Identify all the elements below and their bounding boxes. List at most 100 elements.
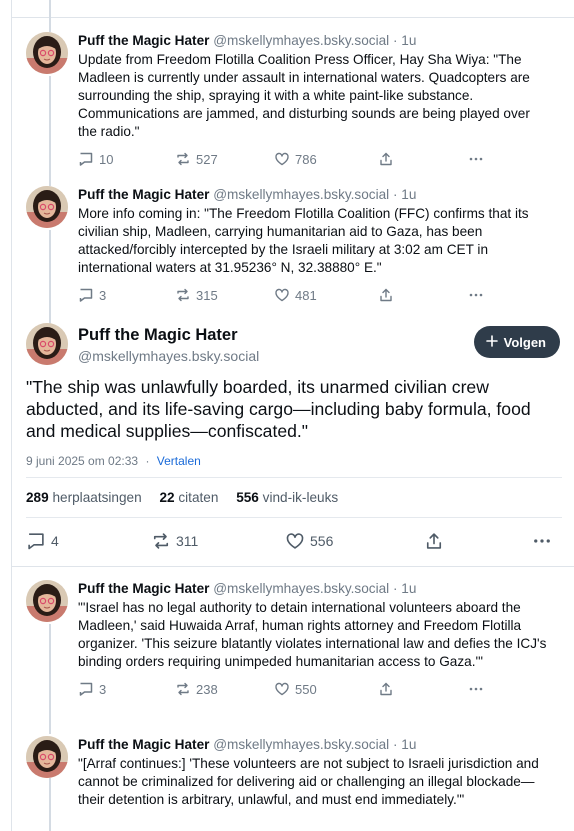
post-text: "[Arraf continues:] 'These volunteers ar… xyxy=(78,756,539,807)
author-name[interactable]: Puff the Magic Hater xyxy=(78,737,209,752)
thread-line xyxy=(49,0,51,32)
likes-stat[interactable]: 556 vind-ik-leuks xyxy=(236,490,338,505)
speech-bubble-icon xyxy=(78,287,94,303)
ellipsis-icon xyxy=(468,681,484,697)
post-text: "The ship was unlawfully boarded, its un… xyxy=(26,377,531,441)
author-name[interactable]: Puff the Magic Hater xyxy=(78,326,238,345)
share-button[interactable] xyxy=(378,149,394,169)
heart-icon xyxy=(274,287,290,303)
repost-arrows-icon xyxy=(175,681,191,697)
post-text: Update from Freedom Flotilla Coalition P… xyxy=(78,52,530,139)
focused-post-actions: 4 311 556 xyxy=(26,530,558,552)
like-button[interactable]: 481 xyxy=(274,285,317,305)
like-button[interactable]: 556 xyxy=(285,530,333,552)
post-time[interactable]: · 1u xyxy=(393,737,416,752)
more-options-button[interactable] xyxy=(468,679,484,699)
more-options-button[interactable] xyxy=(468,149,484,169)
date-separator: · xyxy=(145,454,150,468)
post-text: "'Israel has no legal authority to detai… xyxy=(78,600,547,669)
repost-count: 315 xyxy=(196,287,218,303)
share-upload-icon xyxy=(378,287,394,303)
like-count: 481 xyxy=(295,287,317,303)
reply-button[interactable]: 4 xyxy=(26,530,59,552)
engagement-stats: 289 herplaatsingen 22 citaten 556 vind-i… xyxy=(26,490,338,505)
stats-divider xyxy=(26,477,562,478)
repost-button[interactable]: 315 xyxy=(175,285,218,305)
repost-arrows-icon xyxy=(151,531,171,551)
post-time[interactable]: · 1u xyxy=(393,33,416,48)
author-handle[interactable]: @mskellymhayes.bsky.social xyxy=(213,737,389,752)
section-divider xyxy=(11,566,574,567)
speech-bubble-icon xyxy=(26,531,46,551)
speech-bubble-icon xyxy=(78,151,94,167)
avatar[interactable] xyxy=(26,186,68,228)
author-handle[interactable]: @mskellymhayes.bsky.social xyxy=(213,581,389,596)
author-handle[interactable]: @mskellymhayes.bsky.social xyxy=(213,33,389,48)
follow-button[interactable]: Volgen xyxy=(473,326,560,358)
heart-icon xyxy=(285,531,305,551)
post-actions: 3 238 550 xyxy=(78,679,550,699)
author-name[interactable]: Puff the Magic Hater xyxy=(78,33,209,48)
thread-line xyxy=(49,778,51,831)
avatar[interactable] xyxy=(26,32,68,74)
more-options-button[interactable] xyxy=(468,285,484,305)
author-handle[interactable]: @mskellymhayes.bsky.social xyxy=(213,187,389,202)
avatar[interactable] xyxy=(26,736,68,778)
repost-count: 238 xyxy=(196,681,218,697)
follow-label: Volgen xyxy=(503,334,546,350)
repost-arrows-icon xyxy=(175,287,191,303)
post-meta: Puff the Magic Hater @mskellymhayes.bsky… xyxy=(78,580,550,598)
actions-divider xyxy=(26,517,562,518)
like-count: 556 xyxy=(310,533,334,549)
share-button[interactable] xyxy=(378,285,394,305)
reply-button[interactable]: 10 xyxy=(78,149,113,169)
top-divider xyxy=(11,17,574,18)
heart-icon xyxy=(274,681,290,697)
quotes-stat[interactable]: 22 citaten xyxy=(159,490,218,505)
thread-line xyxy=(49,230,51,324)
reply-count: 4 xyxy=(51,533,59,549)
thread-line xyxy=(49,76,51,186)
like-button[interactable]: 786 xyxy=(274,149,317,169)
post-meta: Puff the Magic Hater @mskellymhayes.bsky… xyxy=(78,186,550,204)
repost-button[interactable]: 527 xyxy=(175,149,218,169)
translate-link[interactable]: Vertalen xyxy=(157,454,201,468)
repost-button[interactable]: 311 xyxy=(151,530,198,552)
author-handle[interactable]: @mskellymhayes.bsky.social xyxy=(78,348,259,364)
share-upload-icon xyxy=(378,681,394,697)
post-time[interactable]: · 1u xyxy=(393,187,416,202)
reply-button[interactable]: 3 xyxy=(78,679,106,699)
ellipsis-icon xyxy=(468,151,484,167)
more-options-button[interactable] xyxy=(532,530,552,552)
post-actions: 10 527 786 xyxy=(78,149,550,169)
like-count: 550 xyxy=(295,681,317,697)
ellipsis-icon xyxy=(532,531,552,551)
repost-button[interactable]: 238 xyxy=(175,679,218,699)
repost-arrows-icon xyxy=(175,151,191,167)
like-count: 786 xyxy=(295,151,317,167)
post-text: More info coming in: "The Freedom Flotil… xyxy=(78,206,529,275)
thread-line xyxy=(49,624,51,734)
post-actions: 3 315 481 xyxy=(78,285,550,305)
author-name[interactable]: Puff the Magic Hater xyxy=(78,581,209,596)
reply-count: 3 xyxy=(99,287,107,303)
plus-icon xyxy=(485,334,498,350)
reply-count: 3 xyxy=(99,681,107,697)
post-date: 9 juni 2025 om 02:33 xyxy=(26,454,139,468)
like-button[interactable]: 550 xyxy=(274,679,317,699)
ellipsis-icon xyxy=(468,287,484,303)
reply-button[interactable]: 3 xyxy=(78,285,106,305)
reposts-stat[interactable]: 289 herplaatsingen xyxy=(26,490,142,505)
repost-count: 311 xyxy=(176,533,199,549)
share-button[interactable] xyxy=(378,679,394,699)
post-meta: Puff the Magic Hater @mskellymhayes.bsky… xyxy=(78,32,550,50)
share-button[interactable] xyxy=(424,530,444,552)
speech-bubble-icon xyxy=(78,681,94,697)
heart-icon xyxy=(274,151,290,167)
post-time[interactable]: · 1u xyxy=(393,581,416,596)
post-meta: Puff the Magic Hater @mskellymhayes.bsky… xyxy=(78,736,550,754)
author-name[interactable]: Puff the Magic Hater xyxy=(78,187,209,202)
avatar[interactable] xyxy=(26,580,68,622)
avatar[interactable] xyxy=(26,323,68,365)
reply-count: 10 xyxy=(99,151,114,167)
